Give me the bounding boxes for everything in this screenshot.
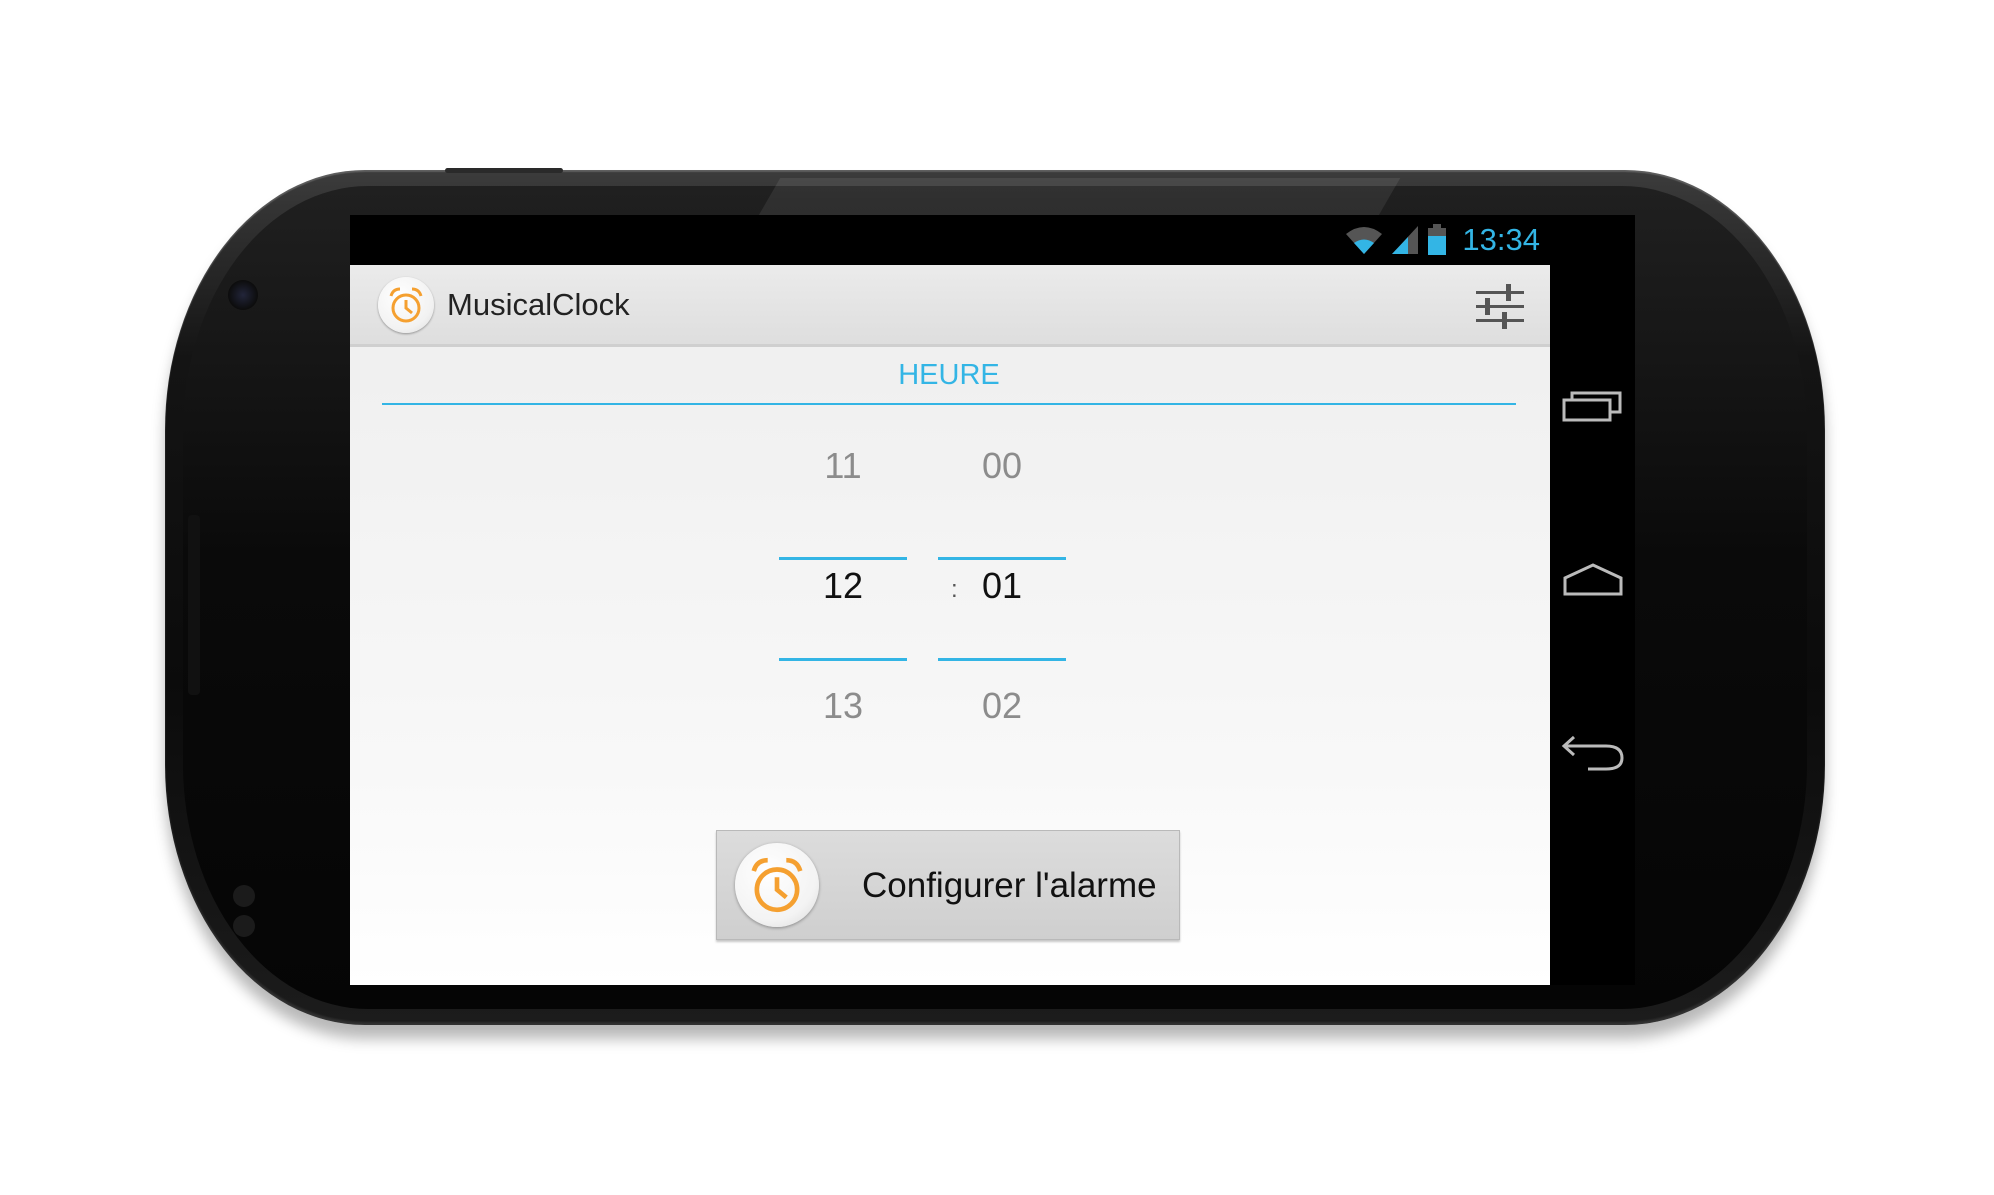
status-icons <box>1344 224 1448 256</box>
alarm-button-label: Configurer l'alarme <box>862 866 1157 905</box>
light-sensor <box>233 915 255 937</box>
settings-button[interactable] <box>1472 279 1528 333</box>
home-button[interactable] <box>1558 550 1628 610</box>
hour-current[interactable]: 12 <box>779 565 907 607</box>
section-header: HEURE <box>382 351 1516 405</box>
alarm-clock-icon <box>389 287 423 323</box>
hour-divider-top <box>779 557 907 560</box>
home-icon <box>1563 563 1623 596</box>
wifi-icon <box>1346 227 1383 254</box>
navigation-bar <box>1550 265 1635 985</box>
phone-screen: 13:34 MusicalClock HEURE 11 12 13: 00 0… <box>350 215 1635 985</box>
alarm-clock-icon <box>751 857 803 913</box>
app-logo[interactable] <box>378 277 434 333</box>
recent-apps-button[interactable] <box>1558 375 1628 435</box>
hour-divider-bottom <box>779 658 907 661</box>
settings-sliders-icon <box>1476 284 1524 329</box>
alarm-button-icon <box>735 843 819 927</box>
volume-button <box>188 515 200 695</box>
front-camera <box>228 280 258 310</box>
recent-apps-icon <box>1562 391 1622 422</box>
minute-divider-bottom <box>938 658 1066 661</box>
section-title: HEURE <box>898 359 1000 391</box>
hour-next[interactable]: 13 <box>779 685 907 727</box>
minute-current[interactable]: 01 <box>938 565 1066 607</box>
minute-divider-top <box>938 557 1066 560</box>
minute-prev[interactable]: 00 <box>938 445 1066 487</box>
signal-icon <box>1392 226 1419 254</box>
status-time: 13:34 <box>1462 222 1540 257</box>
proximity-sensor <box>233 885 255 907</box>
battery-icon <box>1428 224 1447 255</box>
hour-prev[interactable]: 11 <box>779 445 907 487</box>
back-button[interactable] <box>1558 723 1628 783</box>
minute-next[interactable]: 02 <box>938 685 1066 727</box>
power-button <box>445 168 563 173</box>
back-icon <box>1561 735 1624 771</box>
configure-alarm-button[interactable]: Configurer l'alarme <box>716 830 1180 940</box>
app-title: MusicalClock <box>447 287 630 322</box>
status-bar: 13:34 <box>350 215 1635 265</box>
app-content: MusicalClock HEURE 11 12 13: 00 01 02 C… <box>350 265 1550 985</box>
action-bar: MusicalClock <box>350 265 1550 347</box>
